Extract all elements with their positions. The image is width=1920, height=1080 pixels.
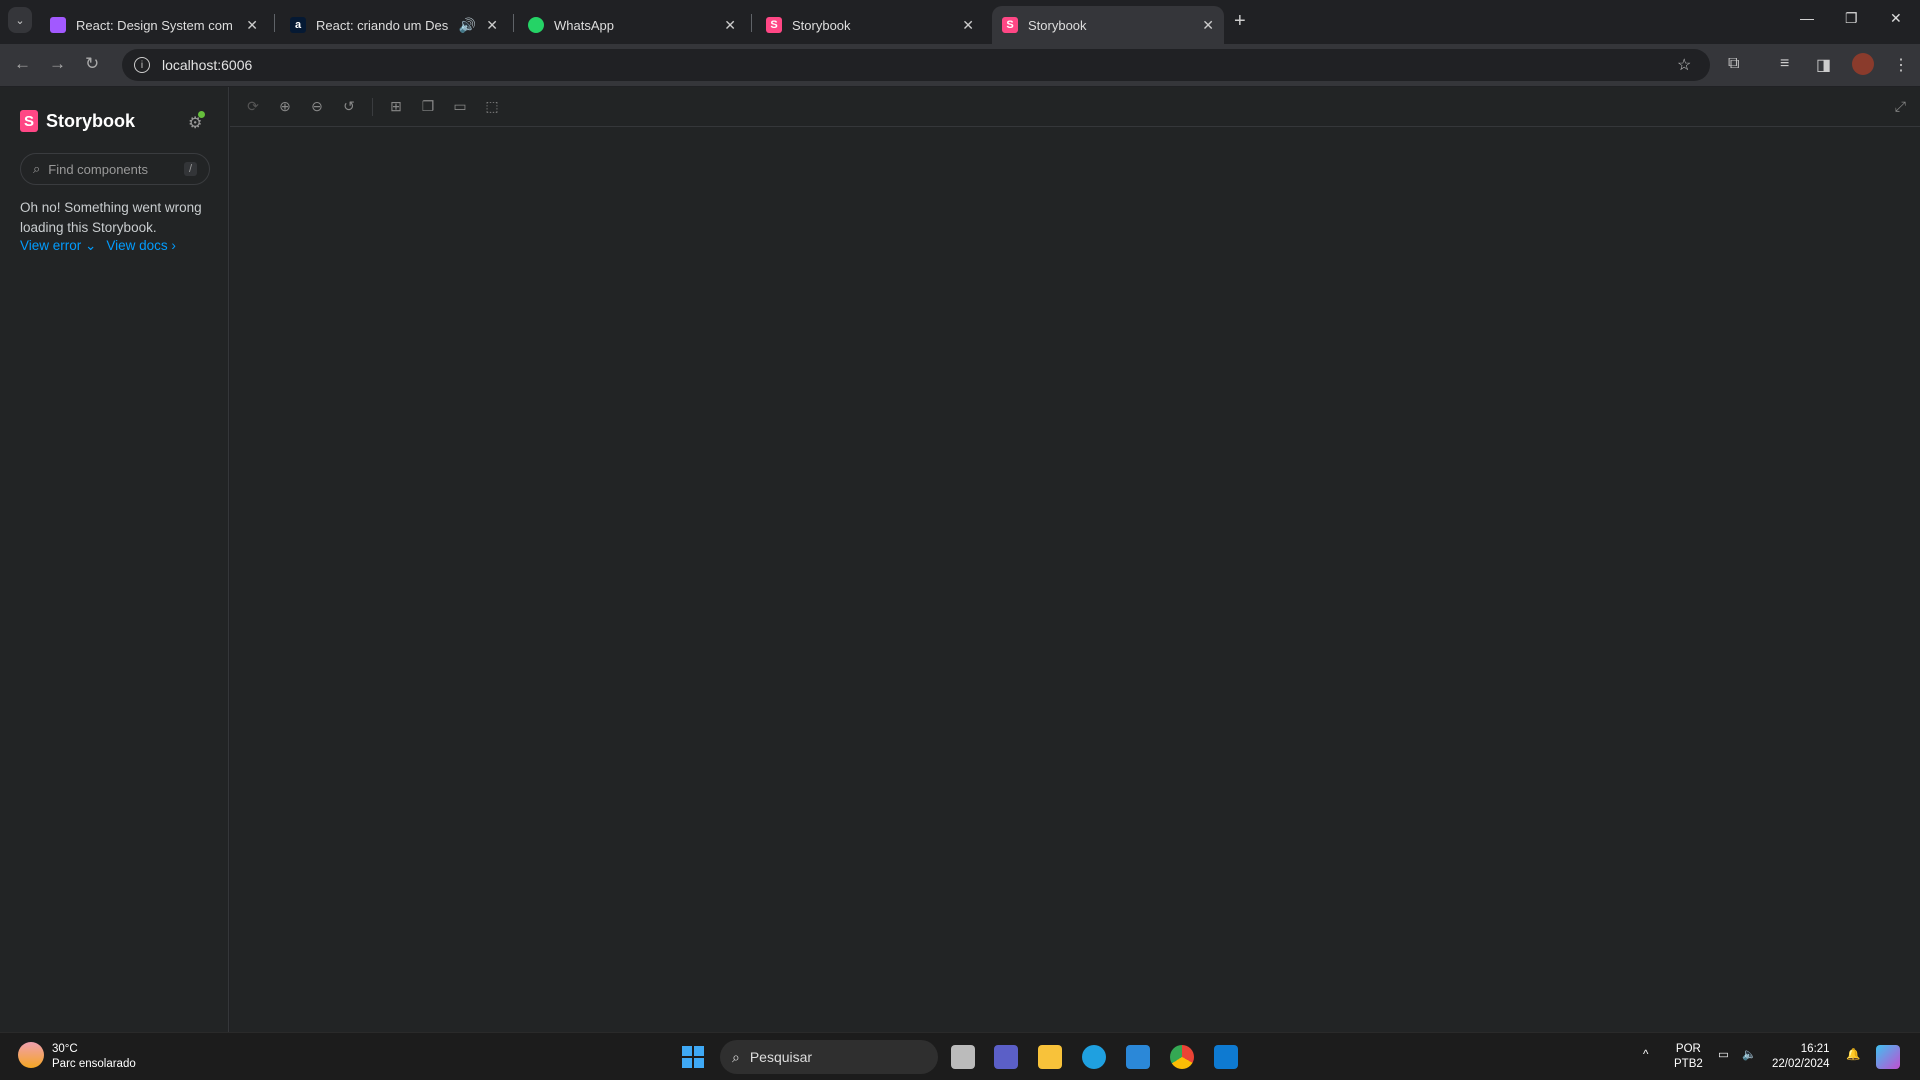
background-icon[interactable]: ❐ (419, 98, 437, 116)
tab-whatsapp[interactable]: WhatsApp ✕ (518, 6, 746, 44)
remount-icon[interactable]: ⟳ (244, 98, 262, 116)
site-info-icon[interactable]: i (134, 57, 150, 73)
chrome-icon[interactable] (1170, 1045, 1194, 1069)
storybook-icon: S (1002, 17, 1018, 33)
back-button[interactable]: ← (14, 54, 31, 74)
search-icon: ⌕ (732, 1048, 740, 1065)
close-icon[interactable]: ✕ (1202, 17, 1214, 34)
tab-search-button[interactable]: ⌄ (8, 7, 32, 33)
tab-divider (513, 14, 514, 32)
extensions-icon[interactable]: ⧉ (1728, 55, 1739, 73)
storybook-icon: S (766, 17, 782, 33)
edge-icon[interactable] (1082, 1045, 1106, 1069)
language-indicator[interactable]: POR PTB2 (1674, 1042, 1703, 1072)
outline-icon[interactable]: ⬚ (483, 98, 501, 116)
chevron-up-icon[interactable]: ^ (1643, 1048, 1648, 1063)
start-button[interactable] (682, 1046, 704, 1068)
error-message: Oh no! Something went wrong loading this… (20, 200, 202, 235)
settings-gear-icon[interactable]: ⚙ (188, 111, 206, 133)
zoom-reset-icon[interactable]: ↺ (340, 98, 358, 116)
grid-icon[interactable]: ⊞ (387, 98, 405, 116)
shortcut-badge: / (183, 162, 197, 176)
speaker-icon[interactable]: 🔊 (459, 17, 476, 34)
zoom-out-icon[interactable]: ⊖ (308, 98, 326, 116)
find-components-input[interactable]: ⌕ Find components / (20, 153, 210, 185)
store-icon[interactable] (1126, 1045, 1150, 1069)
network-icon[interactable]: ▭ (1718, 1048, 1729, 1063)
menu-kebab-icon[interactable]: ⋮ (1893, 55, 1909, 75)
side-panel-icon[interactable]: ◨ (1816, 55, 1831, 75)
close-window-button[interactable]: ✕ (1890, 10, 1902, 27)
task-view-icon[interactable] (951, 1045, 975, 1069)
view-error-link[interactable]: View error ⌄ (20, 238, 96, 254)
copilot-icon[interactable] (1876, 1045, 1900, 1069)
teams-icon[interactable] (994, 1045, 1018, 1069)
tab-divider (274, 14, 275, 32)
close-icon[interactable]: ✕ (724, 17, 736, 34)
tab-storybook[interactable]: S Storybook ✕ (756, 6, 984, 44)
fullscreen-icon[interactable]: ⤢ (1895, 98, 1906, 115)
file-explorer-icon[interactable] (1038, 1045, 1062, 1069)
clock[interactable]: 16:21 22/02/2024 (1772, 1042, 1830, 1072)
alura-icon: a (290, 17, 306, 33)
tab-alura[interactable]: a React: criando um Design System 🔊 ✕ (280, 6, 508, 44)
preview-toolbar: ⟳ ⊕ ⊖ ↺ ⊞ ❐ ▭ ⬚ ⤢ (230, 87, 1920, 127)
reload-button[interactable]: ↻ (85, 54, 99, 74)
profile-avatar[interactable] (1852, 53, 1874, 75)
view-docs-link[interactable]: View docs › (106, 238, 176, 254)
address-bar: ← → ↻ i localhost:6006 ☆ ⧉ ≡ ◨ ⋮ (0, 44, 1920, 87)
measure-icon[interactable]: ▭ (451, 98, 469, 116)
forward-button[interactable]: → (49, 54, 66, 74)
whatsapp-icon (528, 17, 544, 33)
tab-divider (751, 14, 752, 32)
restore-button[interactable]: ❐ (1845, 10, 1858, 27)
storybook-sidebar: S Storybook ⚙ ⌕ Find components / Oh no!… (0, 87, 229, 1032)
zoom-in-icon[interactable]: ⊕ (276, 98, 294, 116)
taskbar-search[interactable]: ⌕ Pesquisar (720, 1040, 938, 1074)
chevron-right-icon: › (171, 238, 176, 253)
search-icon: ⌕ (33, 161, 41, 176)
toolbar-divider (372, 97, 373, 116)
status-dot (198, 111, 206, 118)
vscode-icon[interactable] (1214, 1045, 1238, 1069)
tab-strip: ⌄ React: Design System com Tailwind ✕ a … (0, 0, 1920, 44)
url-input[interactable]: i localhost:6006 (122, 49, 1710, 81)
preview-canvas (230, 127, 1920, 1032)
close-icon[interactable]: ✕ (962, 17, 974, 34)
media-controls-icon[interactable]: ≡ (1780, 55, 1789, 73)
chevron-down-icon: ⌄ (85, 238, 97, 253)
storybook-icon: S (20, 110, 38, 132)
close-icon[interactable]: ✕ (486, 17, 498, 34)
storybook-logo[interactable]: S Storybook (20, 110, 135, 132)
figma-icon (50, 17, 66, 33)
notification-bell-icon[interactable]: 🔔 (1846, 1048, 1860, 1063)
tab-storybook-active[interactable]: S Storybook ✕ (992, 6, 1224, 44)
weather-widget[interactable]: 30°C Parc ensolarado (18, 1042, 136, 1072)
bookmark-star-icon[interactable]: ☆ (1677, 55, 1691, 75)
volume-icon[interactable]: 🔈 (1742, 1048, 1756, 1063)
tab-figma[interactable]: React: Design System com Tailwind ✕ (40, 6, 268, 44)
new-tab-button[interactable]: + (1234, 10, 1246, 33)
minimize-button[interactable]: — (1800, 10, 1814, 26)
close-icon[interactable]: ✕ (246, 17, 258, 34)
weather-icon (18, 1042, 44, 1068)
windows-taskbar: 30°C Parc ensolarado ⌕ Pesquisar ^ POR PTB2… (0, 1032, 1920, 1080)
